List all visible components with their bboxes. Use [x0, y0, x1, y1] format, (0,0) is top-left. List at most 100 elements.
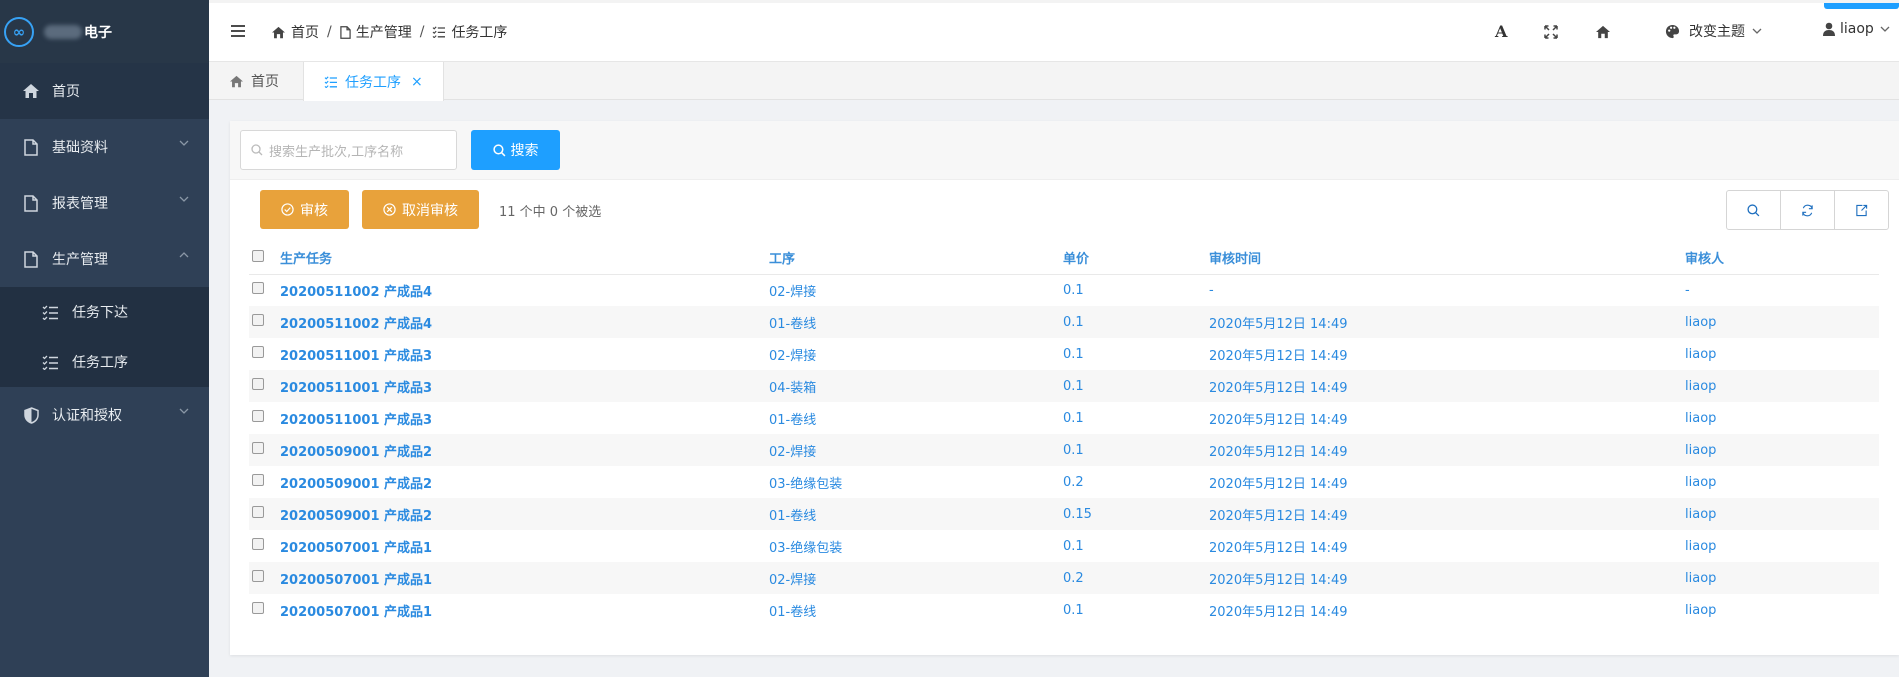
chevron-down-icon [179, 140, 189, 146]
cell-audit-time: 2020年5月12日 14:49 [1209, 370, 1685, 402]
cell-audit-time: 2020年5月12日 14:49 [1209, 604, 1348, 620]
cell-auditor: liaop [1685, 562, 1879, 594]
breadcrumb-separator: / [327, 24, 332, 40]
cell-auditor: liaop [1685, 498, 1879, 530]
column-header-price[interactable]: 单价 [1063, 242, 1209, 275]
table-row[interactable]: 20200511001 产成品3 04-装箱 0.1 2020年5月12日 14… [249, 370, 1879, 402]
logo-text: 电子 [84, 24, 112, 41]
cell-task[interactable]: 20200511002 产成品4 [280, 274, 769, 306]
row-checkbox[interactable] [252, 442, 264, 454]
sidebar: ∞ 电子 首页 基础资料 报表管理 生产管理 任务下达 任务工序 认证和授权 [0, 0, 209, 677]
logo[interactable]: ∞ 电子 [0, 0, 209, 63]
logo-infinity-icon: ∞ [4, 16, 34, 47]
fullscreen-icon[interactable] [1544, 25, 1558, 39]
row-checkbox[interactable] [252, 314, 264, 326]
search-icon [492, 143, 505, 156]
row-checkbox[interactable] [252, 570, 264, 582]
table-refresh-button[interactable] [1780, 190, 1835, 230]
cell-audit-time: 2020年5月12日 14:49 [1209, 540, 1348, 556]
change-theme-dropdown[interactable]: 改变主题 [1665, 21, 1762, 41]
cell-audit-time: 2020年5月12日 14:49 [1209, 562, 1685, 594]
cell-process: 01-卷线 [769, 412, 817, 428]
breadcrumb-home[interactable]: 首页 [271, 22, 319, 42]
sidebar-item-reports[interactable]: 报表管理 [0, 175, 209, 231]
column-header-task[interactable]: 生产任务 [280, 242, 769, 275]
cell-task[interactable]: 20200507001 产成品1 [280, 594, 769, 626]
row-checkbox[interactable] [252, 538, 264, 550]
user-name: liaop [1840, 21, 1874, 37]
home-icon [272, 26, 285, 38]
sidebar-item-home[interactable]: 首页 [0, 63, 209, 119]
row-checkbox[interactable] [252, 474, 264, 486]
breadcrumb-task-process: 任务工序 [432, 22, 507, 42]
file-icon [22, 250, 40, 268]
table-row[interactable]: 20200511001 产成品3 01-卷线 0.1 2020年5月12日 14… [249, 402, 1879, 434]
sidebar-item-auth[interactable]: 认证和授权 [0, 387, 209, 443]
cancel-approve-button[interactable]: 取消审核 [362, 190, 479, 229]
tab-task-process[interactable]: 任务工序 × [303, 62, 444, 101]
table-row[interactable]: 20200509001 产成品2 02-焊接 0.1 2020年5月12日 14… [249, 434, 1879, 466]
sidebar-item-production[interactable]: 生产管理 [0, 231, 209, 287]
font-size-icon[interactable]: A [1495, 22, 1507, 41]
table-row[interactable]: 20200511002 产成品4 01-卷线 0.1 2020年5月12日 14… [249, 306, 1879, 338]
home-icon[interactable] [1595, 25, 1611, 39]
close-icon[interactable]: × [411, 74, 423, 90]
column-header-process[interactable]: 工序 [769, 242, 1063, 275]
select-all-checkbox[interactable] [252, 249, 264, 262]
breadcrumb-production[interactable]: 生产管理 [340, 22, 412, 42]
search-input[interactable]: 搜索生产批次,工序名称 [240, 130, 457, 170]
table-row[interactable]: 20200507001 产成品1 01-卷线 0.1 2020年5月12日 14… [249, 594, 1879, 626]
cell-auditor: liaop [1685, 602, 1717, 618]
notification-indicator[interactable] [1824, 3, 1899, 9]
table-row[interactable]: 20200509001 产成品2 03-绝缘包装 0.2 2020年5月12日 … [249, 466, 1879, 498]
table-row[interactable]: 20200509001 产成品2 01-卷线 0.15 2020年5月12日 1… [249, 498, 1879, 530]
row-checkbox[interactable] [252, 378, 264, 390]
tab-home[interactable]: 首页 [209, 62, 299, 100]
row-checkbox[interactable] [252, 410, 264, 422]
cell-task[interactable]: 20200511001 产成品3 [280, 402, 769, 434]
content-card: 搜索生产批次,工序名称 搜索 审核 取消审核 11 个中 0 个被选 生产任务 … [230, 121, 1899, 655]
chevron-down-icon [1752, 28, 1762, 34]
approve-label: 审核 [300, 202, 328, 219]
table-row[interactable]: 20200507001 产成品1 02-焊接 0.2 2020年5月12日 14… [249, 562, 1879, 594]
cell-price: 0.1 [1063, 410, 1084, 426]
cell-task[interactable]: 20200509001 产成品2 [280, 498, 769, 530]
row-checkbox[interactable] [252, 346, 264, 358]
cell-audit-time: 2020年5月12日 14:49 [1209, 476, 1348, 492]
sidebar-subitem-task-process[interactable]: 任务工序 [0, 337, 209, 387]
tab-label: 首页 [251, 74, 279, 90]
cell-auditor: liaop [1685, 306, 1879, 338]
cell-task[interactable]: 20200507001 产成品1 [280, 562, 769, 594]
sidebar-item-basic-data[interactable]: 基础资料 [0, 119, 209, 175]
file-icon [340, 25, 351, 39]
sidebar-subitem-task-dispatch[interactable]: 任务下达 [0, 287, 209, 337]
cell-task[interactable]: 20200509001 产成品2 [280, 434, 769, 466]
column-header-auditor[interactable]: 审核人 [1685, 242, 1879, 275]
cell-task[interactable]: 20200511001 产成品3 [280, 370, 769, 402]
cell-task[interactable]: 20200511002 产成品4 [280, 306, 769, 338]
user-dropdown[interactable]: liaop [1823, 21, 1890, 37]
table-row[interactable]: 20200507001 产成品1 03-绝缘包装 0.1 2020年5月12日 … [249, 530, 1879, 562]
row-checkbox[interactable] [252, 602, 264, 614]
approve-button[interactable]: 审核 [260, 190, 349, 229]
cell-task[interactable]: 20200511001 产成品3 [280, 338, 769, 370]
cell-audit-time: - [1209, 282, 1214, 298]
search-button[interactable]: 搜索 [471, 130, 560, 170]
table-row[interactable]: 20200511001 产成品3 02-焊接 0.1 2020年5月12日 14… [249, 338, 1879, 370]
column-header-audit-time[interactable]: 审核时间 [1209, 242, 1685, 275]
table-export-button[interactable] [1834, 190, 1889, 230]
cell-task[interactable]: 20200507001 产成品1 [280, 530, 769, 562]
row-checkbox[interactable] [252, 506, 264, 518]
task-process-table: 生产任务 工序 单价 审核时间 审核人 20200511002 产成品4 02-… [249, 242, 1879, 626]
hamburger-menu-icon[interactable] [231, 25, 245, 37]
sidebar-item-label: 基础资料 [52, 140, 108, 156]
cell-price: 0.1 [1063, 538, 1084, 554]
table-search-button[interactable] [1726, 190, 1781, 230]
cell-task[interactable]: 20200509001 产成品2 [280, 466, 769, 498]
cell-audit-time: 2020年5月12日 14:49 [1209, 498, 1685, 530]
table-row[interactable]: 20200511002 产成品4 02-焊接 0.1 - - [249, 274, 1879, 306]
list-check-icon [324, 75, 337, 88]
breadcrumb-label: 生产管理 [355, 25, 412, 41]
cell-price: 0.1 [1063, 602, 1084, 618]
row-checkbox[interactable] [252, 282, 264, 295]
